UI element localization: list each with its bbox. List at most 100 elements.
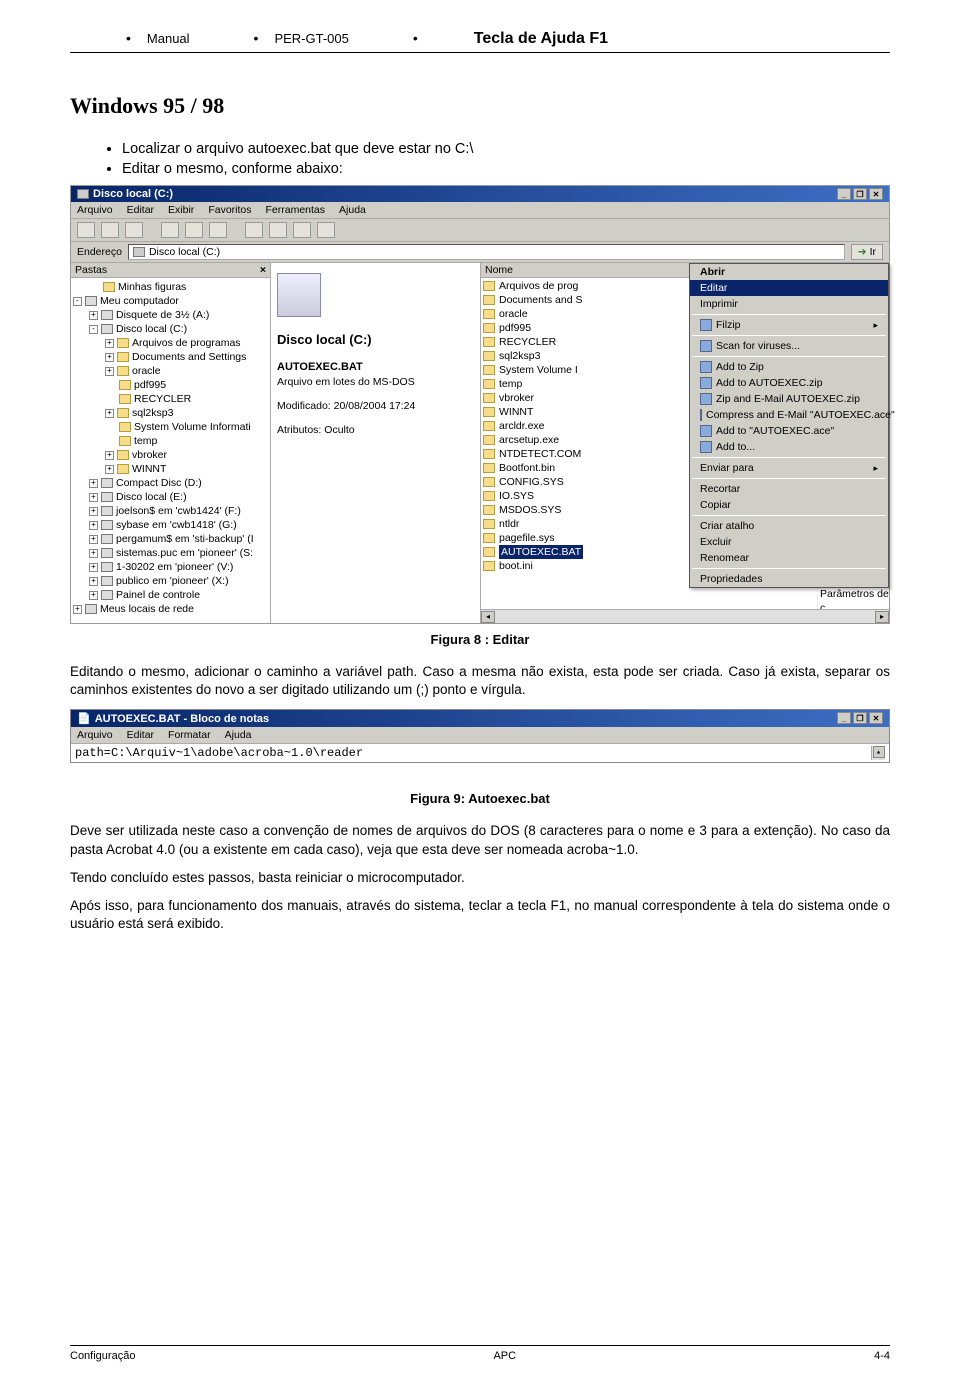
- tree-item[interactable]: +Meus locais de rede: [73, 602, 268, 616]
- context-menu-item[interactable]: Zip and E-Mail AUTOEXEC.zip: [690, 391, 888, 407]
- expand-icon[interactable]: +: [105, 367, 114, 376]
- context-menu-item[interactable]: Recortar: [690, 481, 888, 497]
- context-menu-item[interactable]: Compress and E-Mail "AUTOEXEC.ace": [690, 407, 888, 423]
- tree-item[interactable]: +sistemas.puc em 'pioneer' (S:: [73, 546, 268, 560]
- address-input[interactable]: Disco local (C:): [128, 244, 845, 260]
- expand-icon[interactable]: +: [105, 339, 114, 348]
- page-footer: Configuração APC 4-4: [70, 1345, 890, 1362]
- context-menu-item[interactable]: Editar: [690, 280, 888, 296]
- tree-item[interactable]: +Disco local (E:): [73, 490, 268, 504]
- menu-item[interactable]: Arquivo: [77, 729, 113, 741]
- context-menu-item[interactable]: Copiar: [690, 497, 888, 513]
- menu-item[interactable]: Ajuda: [339, 204, 366, 216]
- expand-icon[interactable]: -: [89, 325, 98, 334]
- tree-item[interactable]: +Documents and Settings: [73, 350, 268, 364]
- tree-item[interactable]: +sybase em 'cwb1418' (G:): [73, 518, 268, 532]
- expand-icon[interactable]: -: [73, 297, 82, 306]
- expand-icon[interactable]: +: [89, 563, 98, 572]
- tree-item[interactable]: +Compact Disc (D:): [73, 476, 268, 490]
- context-menu-item[interactable]: Enviar para▸: [690, 460, 888, 476]
- context-menu-item[interactable]: Renomear: [690, 550, 888, 566]
- menu-item[interactable]: Arquivo: [77, 204, 113, 216]
- context-menu-item[interactable]: Add to...: [690, 439, 888, 455]
- minimize-button[interactable]: _: [837, 712, 851, 724]
- minimize-button[interactable]: _: [837, 188, 851, 200]
- tree-item[interactable]: RECYCLER: [73, 392, 268, 406]
- expand-icon[interactable]: +: [89, 521, 98, 530]
- context-menu-item[interactable]: Imprimir: [690, 296, 888, 312]
- context-menu-item[interactable]: Scan for viruses...: [690, 338, 888, 354]
- back-button[interactable]: [77, 222, 95, 238]
- maximize-button[interactable]: ❐: [853, 188, 867, 200]
- search-button[interactable]: [161, 222, 179, 238]
- scrollbar-horizontal[interactable]: ◂ ▸: [481, 609, 889, 623]
- scrollbar-vertical[interactable]: ▴: [871, 746, 885, 760]
- context-menu-item[interactable]: Abrir: [690, 264, 888, 280]
- menu-item[interactable]: Editar: [127, 729, 154, 741]
- tree-item[interactable]: +sql2ksp3: [73, 406, 268, 420]
- move-button[interactable]: [245, 222, 263, 238]
- scroll-right-icon[interactable]: ▸: [875, 611, 889, 623]
- expand-icon[interactable]: +: [105, 465, 114, 474]
- context-menu-item[interactable]: Propriedades: [690, 571, 888, 587]
- tree-item[interactable]: +1-30202 em 'pioneer' (V:): [73, 560, 268, 574]
- expand-icon[interactable]: +: [89, 549, 98, 558]
- menu-item[interactable]: Exibir: [168, 204, 194, 216]
- expand-icon[interactable]: +: [89, 507, 98, 516]
- tree-item[interactable]: System Volume Informati: [73, 420, 268, 434]
- menu-item[interactable]: Favoritos: [208, 204, 251, 216]
- expand-icon[interactable]: +: [89, 535, 98, 544]
- context-menu-item[interactable]: Excluir: [690, 534, 888, 550]
- scroll-left-icon[interactable]: ◂: [481, 611, 495, 623]
- history-button[interactable]: [209, 222, 227, 238]
- tree-item[interactable]: +publico em 'pioneer' (X:): [73, 574, 268, 588]
- notepad-content[interactable]: path=C:\Arquiv~1\adobe\acroba~1.0\reader: [75, 746, 363, 760]
- context-menu-item[interactable]: Add to Zip: [690, 359, 888, 375]
- close-tree-button[interactable]: ×: [260, 264, 266, 276]
- context-menu-item[interactable]: Add to "AUTOEXEC.ace": [690, 423, 888, 439]
- expand-icon[interactable]: +: [105, 409, 114, 418]
- tree-item[interactable]: +Disquete de 3½ (A:): [73, 308, 268, 322]
- window-titlebar[interactable]: 📄 AUTOEXEC.BAT - Bloco de notas _ ❐ ✕: [71, 710, 889, 727]
- scroll-up-icon[interactable]: ▴: [873, 746, 885, 758]
- forward-button[interactable]: [101, 222, 119, 238]
- delete-button[interactable]: [293, 222, 311, 238]
- expand-icon[interactable]: +: [89, 577, 98, 586]
- tree-item[interactable]: +oracle: [73, 364, 268, 378]
- window-titlebar[interactable]: Disco local (C:) _ ❐ ✕: [71, 186, 889, 202]
- file-name: RECYCLER: [499, 335, 556, 349]
- tree-item[interactable]: -Disco local (C:): [73, 322, 268, 336]
- maximize-button[interactable]: ❐: [853, 712, 867, 724]
- expand-icon[interactable]: +: [89, 311, 98, 320]
- close-button[interactable]: ✕: [869, 188, 883, 200]
- context-menu-item[interactable]: Add to AUTOEXEC.zip: [690, 375, 888, 391]
- tree-item[interactable]: -Meu computador: [73, 294, 268, 308]
- context-menu-item[interactable]: Filzip▸: [690, 317, 888, 333]
- tree-item[interactable]: +Arquivos de programas: [73, 336, 268, 350]
- expand-icon[interactable]: +: [89, 479, 98, 488]
- tree-item[interactable]: +joelson$ em 'cwb1424' (F:): [73, 504, 268, 518]
- go-button[interactable]: ➔ Ir: [851, 244, 883, 260]
- menu-item[interactable]: Ajuda: [225, 729, 252, 741]
- expand-icon[interactable]: +: [89, 493, 98, 502]
- tree-item[interactable]: pdf995: [73, 378, 268, 392]
- undo-button[interactable]: [317, 222, 335, 238]
- close-button[interactable]: ✕: [869, 712, 883, 724]
- menu-item[interactable]: Formatar: [168, 729, 211, 741]
- tree-item[interactable]: temp: [73, 434, 268, 448]
- copy-button[interactable]: [269, 222, 287, 238]
- tree-item[interactable]: +pergamum$ em 'sti-backup' (I: [73, 532, 268, 546]
- tree-item[interactable]: Minhas figuras: [73, 280, 268, 294]
- tree-item[interactable]: +WINNT: [73, 462, 268, 476]
- expand-icon[interactable]: +: [105, 353, 114, 362]
- tree-item[interactable]: +vbroker: [73, 448, 268, 462]
- up-button[interactable]: [125, 222, 143, 238]
- expand-icon[interactable]: +: [105, 451, 114, 460]
- menu-item[interactable]: Ferramentas: [266, 204, 326, 216]
- context-menu-item[interactable]: Criar atalho: [690, 518, 888, 534]
- expand-icon[interactable]: +: [89, 591, 98, 600]
- folders-button[interactable]: [185, 222, 203, 238]
- expand-icon[interactable]: +: [73, 605, 82, 614]
- menu-item[interactable]: Editar: [127, 204, 154, 216]
- tree-item[interactable]: +Painel de controle: [73, 588, 268, 602]
